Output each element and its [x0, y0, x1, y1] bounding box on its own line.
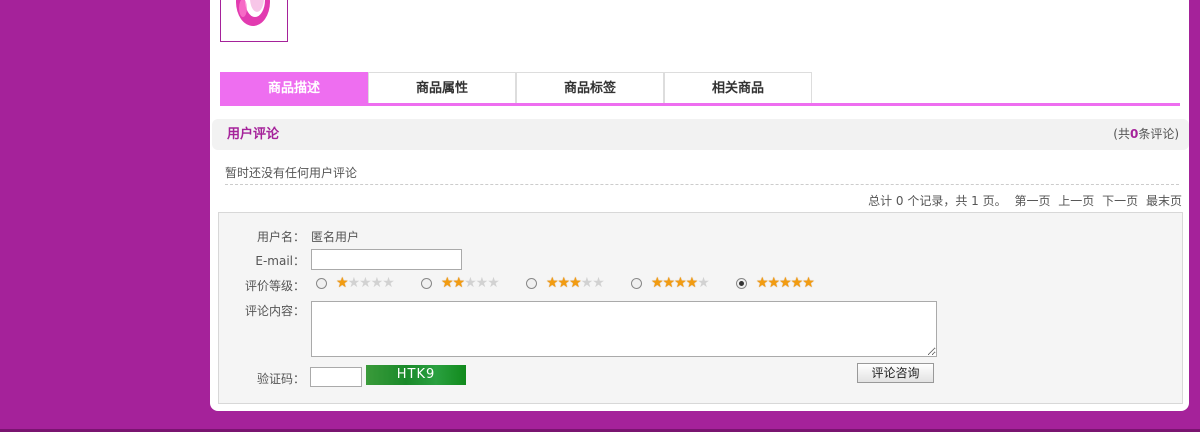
rating-radio-4[interactable]	[631, 278, 642, 289]
email-input[interactable]	[311, 249, 462, 270]
reviews-header: 用户评论 (共0条评论)	[212, 119, 1189, 150]
rating-radio-1[interactable]	[316, 278, 327, 289]
review-form: 用户名： 匿名用户 E-mail： 评价等级： ★★★★★ ★★★★★ ★★★★…	[218, 212, 1183, 404]
tab-description[interactable]: 商品描述	[220, 72, 368, 104]
username-value: 匿名用户	[311, 230, 360, 244]
captcha-image[interactable]: HTK9	[366, 365, 466, 385]
email-label: E-mail：	[255, 254, 305, 268]
pagination: 总计 0 个记录，共 1 页。 第一页 上一页 下一页 最末页	[868, 193, 1182, 209]
tab-tags[interactable]: 商品标签	[516, 72, 664, 104]
submit-review-button[interactable]: 评论咨询	[857, 363, 934, 383]
pagination-summary: 总计 0 个记录，共 1 页。	[868, 194, 1007, 208]
rating-radio-2[interactable]	[421, 278, 432, 289]
tab-related-products[interactable]: 相关商品	[664, 72, 812, 104]
rating-stars-2: ★★★★★	[441, 275, 500, 291]
pagination-first[interactable]: 第一页	[1014, 194, 1050, 208]
rating-radio-5[interactable]	[736, 278, 747, 289]
rating-stars-3: ★★★★★	[546, 275, 605, 291]
rating-stars-5: ★★★★★	[756, 275, 815, 291]
captcha-label: 验证码：	[256, 372, 305, 386]
reviews-title: 用户评论	[227, 127, 280, 142]
content-textarea[interactable]	[311, 301, 937, 357]
product-tabs: 商品描述 商品属性 商品标签 相关商品	[220, 72, 1180, 106]
pagination-prev[interactable]: 上一页	[1058, 194, 1094, 208]
content-label: 评论内容：	[244, 304, 305, 318]
username-label: 用户名：	[256, 230, 305, 244]
rating-radio-3[interactable]	[526, 278, 537, 289]
pagination-next[interactable]: 下一页	[1102, 194, 1138, 208]
captcha-input[interactable]	[310, 367, 362, 387]
content-panel: 商品描述 商品属性 商品标签 相关商品 用户评论 (共0条评论) 暂时还没有任何…	[210, 0, 1189, 411]
reviews-count: (共0条评论)	[1113, 127, 1179, 141]
empty-reviews-message: 暂时还没有任何用户评论	[225, 162, 1179, 185]
rating-label: 评价等级：	[244, 279, 305, 293]
rating-stars-1: ★★★★★	[336, 275, 395, 291]
pink-band-icon	[236, 0, 270, 26]
tab-underline	[220, 103, 1180, 106]
tab-attributes[interactable]: 商品属性	[368, 72, 516, 104]
pagination-last[interactable]: 最末页	[1146, 194, 1182, 208]
rating-stars-4: ★★★★★	[651, 275, 710, 291]
product-thumbnail[interactable]	[220, 0, 288, 42]
